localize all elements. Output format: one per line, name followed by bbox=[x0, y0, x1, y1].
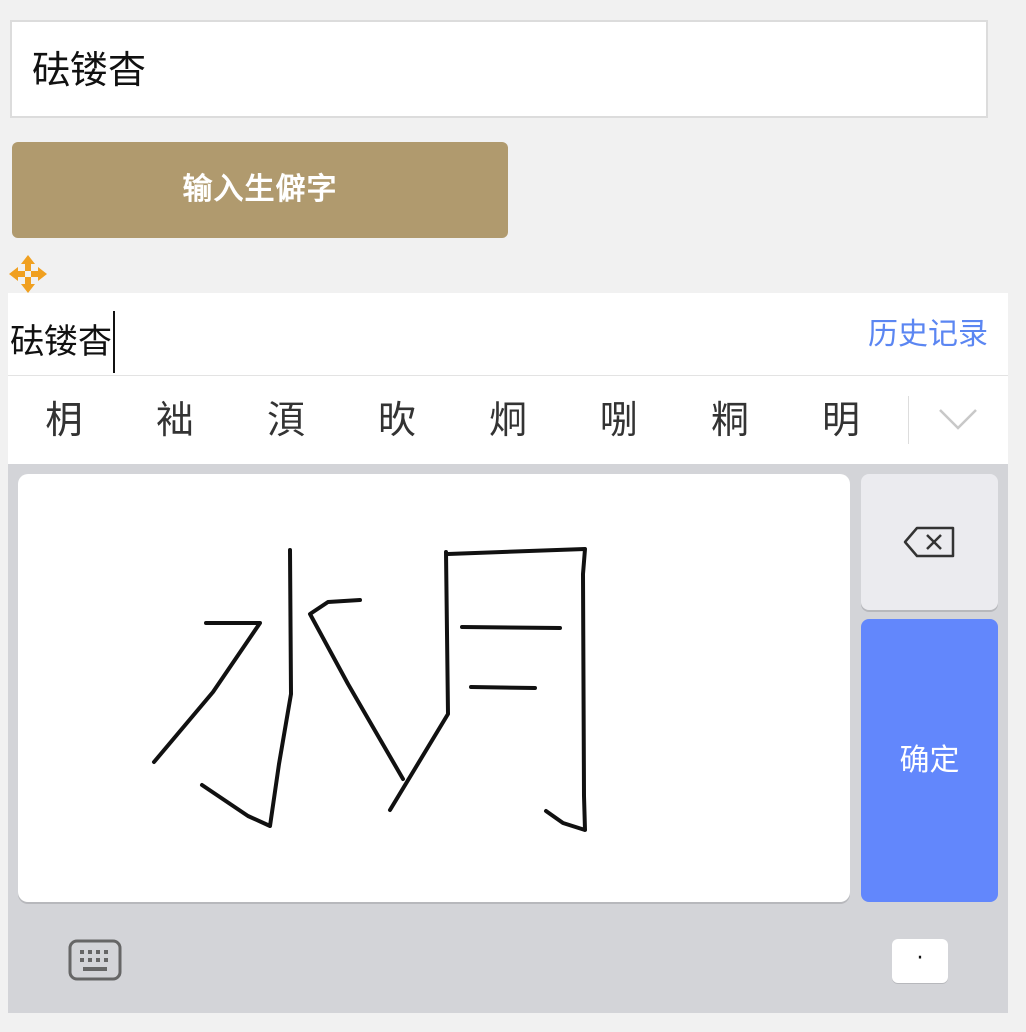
candidate-5[interactable]: 炯 bbox=[468, 376, 548, 464]
period-key[interactable]: · bbox=[892, 939, 948, 983]
text-input[interactable]: 砝镂杳 bbox=[10, 20, 988, 118]
backspace-key[interactable] bbox=[861, 474, 998, 610]
candidate-bar: 枂 袦 湏 欥 炯 哵 粡 明 bbox=[8, 376, 1008, 464]
candidate-4[interactable]: 欥 bbox=[357, 376, 437, 464]
chevron-down-icon[interactable] bbox=[938, 398, 978, 438]
candidate-7[interactable]: 粡 bbox=[690, 376, 770, 464]
input-rare-char-button[interactable]: 输入生僻字 bbox=[12, 142, 508, 238]
handwriting-keyboard: 砝镂杳 历史记录 枂 袦 湏 欥 炯 哵 粡 明 确定 · bbox=[8, 293, 1008, 1013]
composition-bar: 砝镂杳 历史记录 bbox=[8, 293, 1008, 376]
candidate-2[interactable]: 袦 bbox=[135, 376, 215, 464]
history-button[interactable]: 历史记录 bbox=[868, 313, 988, 357]
candidate-3[interactable]: 湏 bbox=[246, 376, 326, 464]
handwriting-strokes bbox=[152, 547, 587, 832]
candidate-8[interactable]: 明 bbox=[801, 376, 881, 464]
candidate-6[interactable]: 哵 bbox=[579, 376, 659, 464]
candidate-1[interactable]: 枂 bbox=[24, 376, 104, 464]
move-arrows-icon[interactable] bbox=[8, 254, 48, 294]
handwriting-pad[interactable] bbox=[18, 474, 850, 902]
candidate-divider bbox=[908, 396, 909, 444]
text-caret bbox=[113, 311, 115, 373]
backspace-icon bbox=[903, 526, 955, 558]
composition-text[interactable]: 砝镂杳 bbox=[10, 311, 115, 373]
composition-value: 砝镂杳 bbox=[10, 322, 112, 362]
keyboard-icon[interactable] bbox=[68, 939, 124, 983]
confirm-button[interactable]: 确定 bbox=[861, 619, 998, 902]
